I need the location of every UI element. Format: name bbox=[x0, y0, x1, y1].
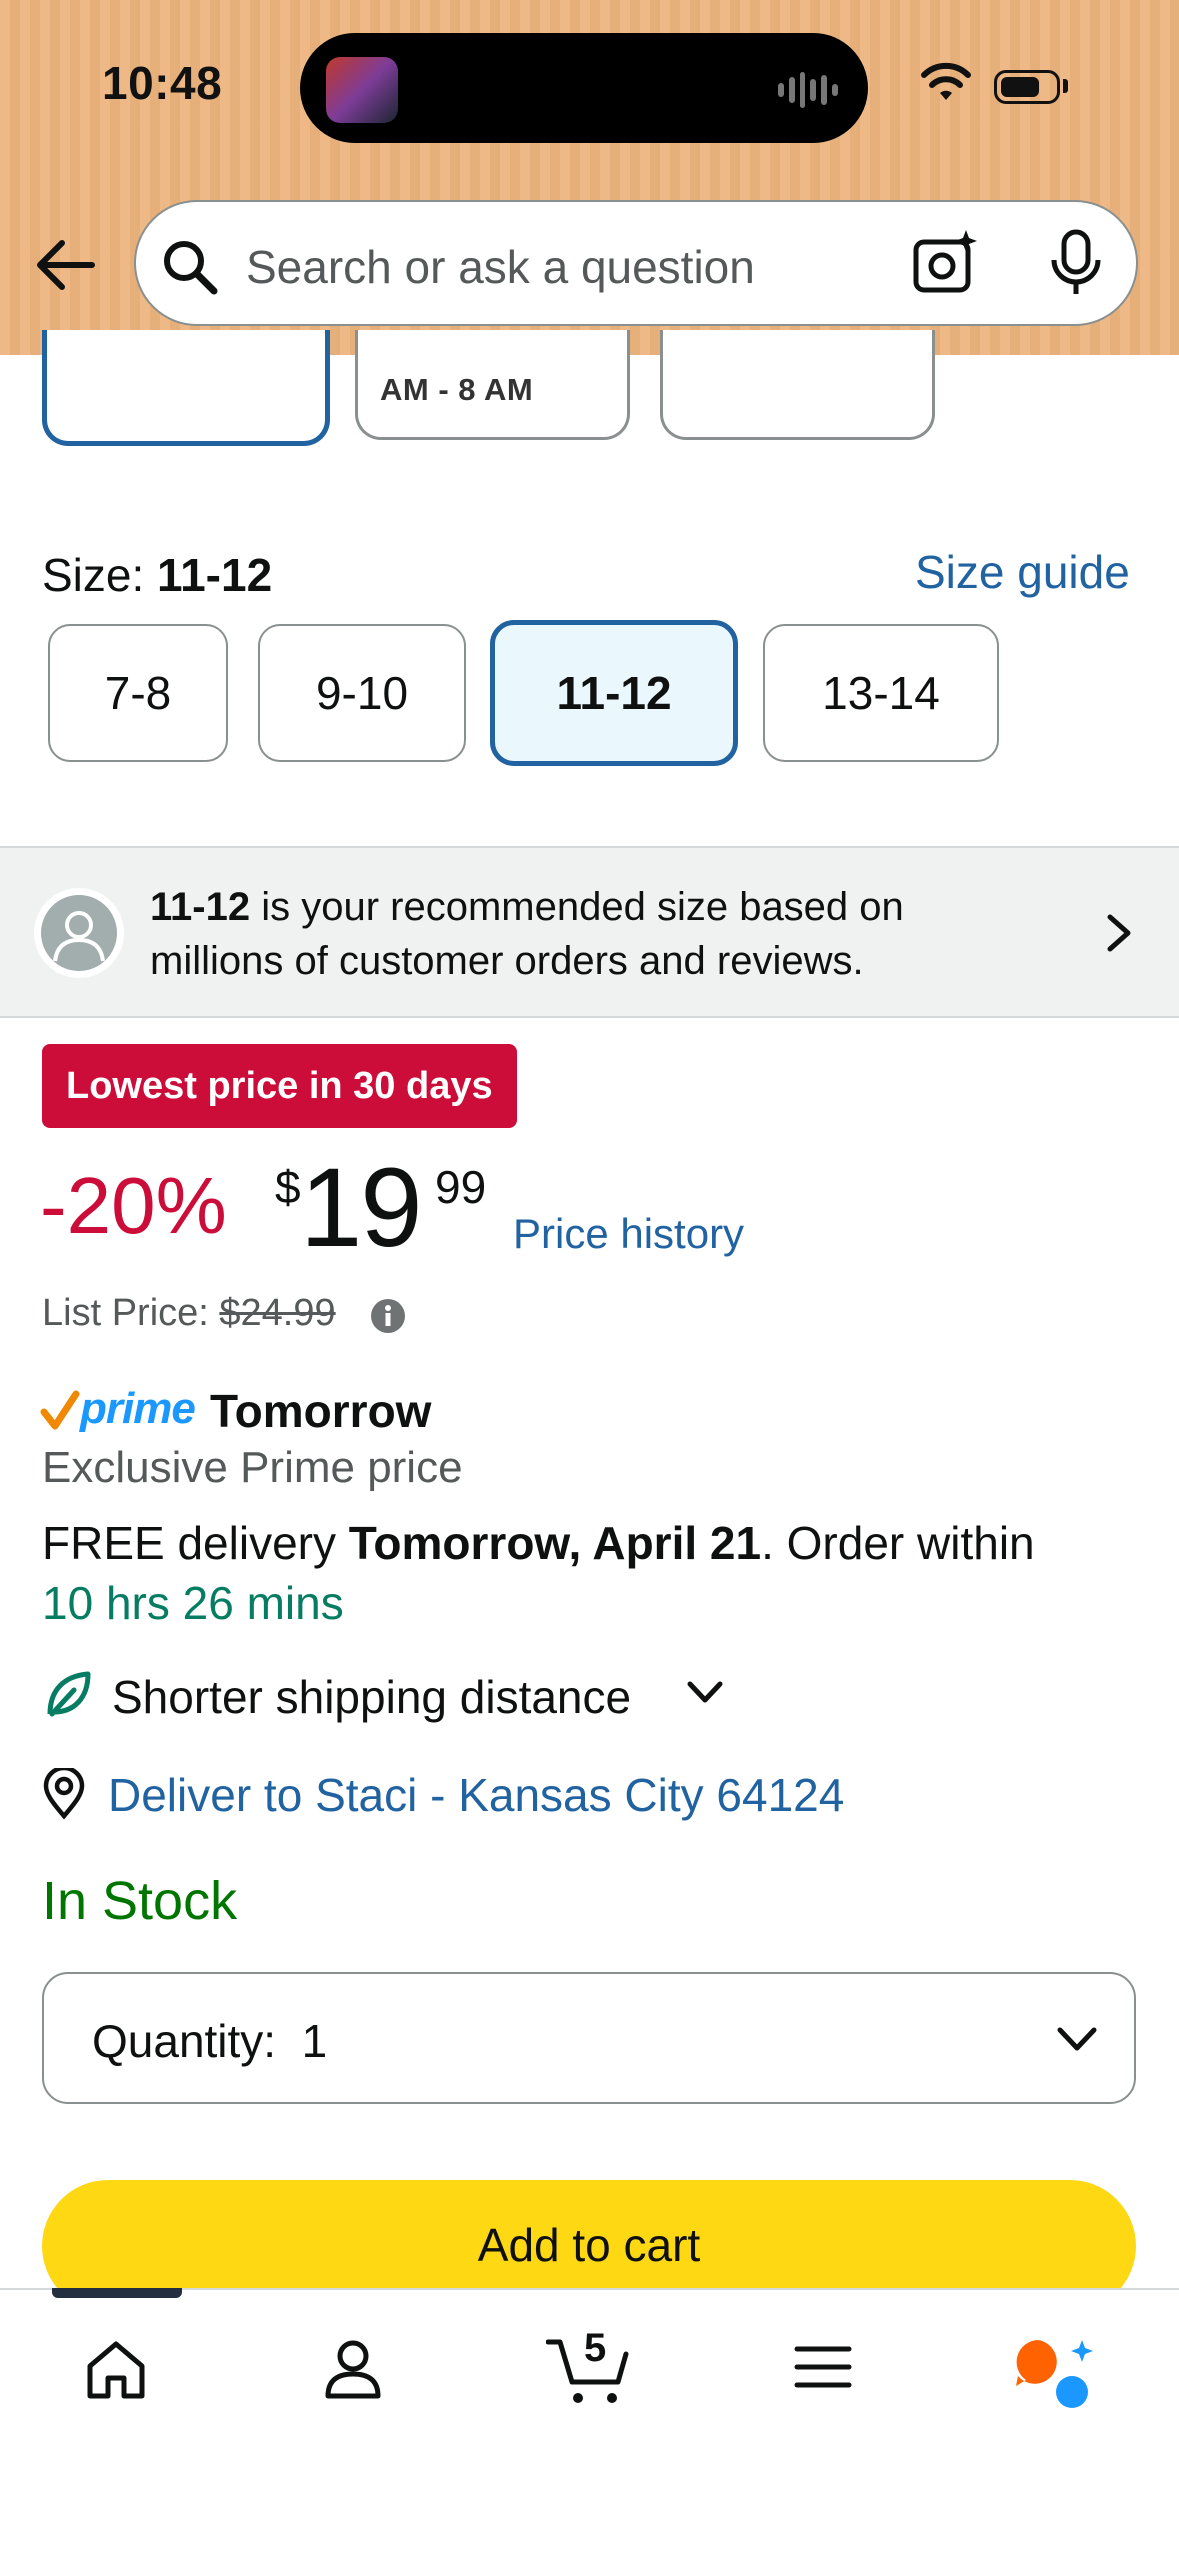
nav-active-indicator bbox=[52, 2288, 182, 2298]
delivery-option-card-selected[interactable] bbox=[42, 330, 330, 446]
delivery-option-card[interactable] bbox=[660, 330, 935, 440]
rufus-assistant-icon[interactable] bbox=[1012, 2336, 1098, 2412]
deliver-to-link[interactable]: Deliver to Staci - Kansas City 64124 bbox=[108, 1768, 844, 1822]
audio-waveform-icon bbox=[778, 70, 838, 110]
battery-icon bbox=[994, 70, 1060, 104]
size-option-9-10[interactable]: 9-10 bbox=[258, 624, 466, 762]
battery-tip bbox=[1063, 79, 1068, 93]
quantity-label: Quantity: 1 bbox=[92, 2015, 328, 2067]
size-option-7-8[interactable]: 7-8 bbox=[48, 624, 228, 762]
camera-search-icon[interactable] bbox=[910, 228, 980, 298]
delivery-option-time: AM - 8 AM bbox=[380, 372, 534, 407]
price-history-link[interactable]: Price history bbox=[513, 1210, 744, 1258]
status-time: 10:48 bbox=[102, 57, 223, 109]
deal-badge: Lowest price in 30 days bbox=[42, 1044, 517, 1128]
home-icon[interactable] bbox=[84, 2338, 148, 2400]
prime-logo: prime bbox=[80, 1384, 196, 1433]
prime-delivery-day: Tomorrow bbox=[210, 1385, 432, 1437]
cart-count-badge: 5 bbox=[584, 2326, 607, 2370]
price-fraction: 99 bbox=[435, 1161, 487, 1213]
add-to-cart-label: Add to cart bbox=[477, 2219, 701, 2271]
search-input[interactable]: Search or ask a question bbox=[246, 240, 755, 294]
size-option-11-12[interactable]: 11-12 bbox=[490, 620, 738, 766]
search-icon bbox=[164, 241, 218, 295]
size-guide-link[interactable]: Size guide bbox=[915, 545, 1130, 599]
free-delivery-message: FREE delivery Tomorrow, April 21. Order … bbox=[42, 1517, 1035, 1629]
price-currency: $ bbox=[275, 1161, 301, 1213]
chevron-down-icon bbox=[1057, 2027, 1097, 2051]
size-option-13-14[interactable]: 13-14 bbox=[763, 624, 999, 762]
exclusive-prime-price: Exclusive Prime price bbox=[42, 1443, 463, 1492]
back-arrow-icon[interactable] bbox=[34, 237, 96, 293]
stock-status: In Stock bbox=[42, 1871, 238, 1931]
wifi-icon bbox=[921, 62, 971, 100]
list-price: List Price: $24.99 bbox=[42, 1292, 336, 1334]
leaf-icon bbox=[47, 1671, 91, 1717]
account-icon[interactable] bbox=[322, 2338, 384, 2400]
location-pin-icon bbox=[43, 1768, 85, 1820]
recommendation-text: 11-12 is your recommended size based on … bbox=[150, 885, 904, 983]
chevron-right-icon[interactable] bbox=[1104, 913, 1134, 953]
microphone-icon[interactable] bbox=[1046, 228, 1106, 298]
shorter-shipping-toggle[interactable]: Shorter shipping distance bbox=[112, 1670, 631, 1724]
size-label: Size: 11-12 bbox=[42, 549, 273, 601]
discount-percent: -20% bbox=[40, 1161, 227, 1250]
price-whole: 19 bbox=[300, 1145, 423, 1270]
now-playing-artwork[interactable] bbox=[326, 57, 398, 123]
info-icon[interactable] bbox=[370, 1298, 406, 1334]
menu-icon[interactable] bbox=[794, 2344, 852, 2390]
prime-check-icon bbox=[40, 1390, 80, 1430]
chevron-down-icon[interactable] bbox=[686, 1680, 724, 1706]
person-icon bbox=[41, 895, 117, 971]
